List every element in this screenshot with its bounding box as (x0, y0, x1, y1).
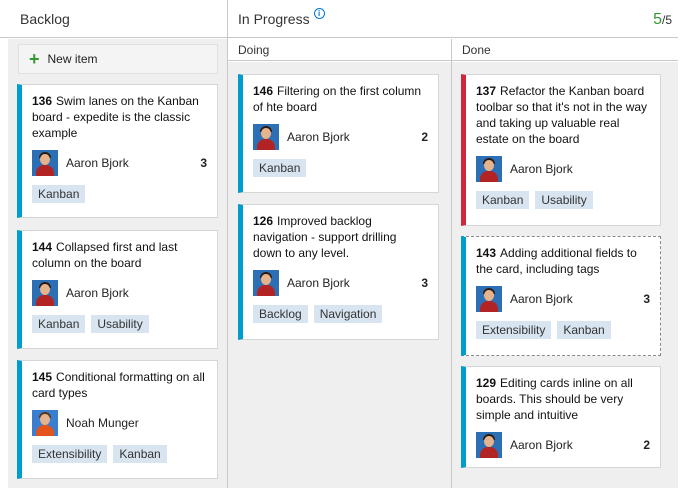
card-title-text: Editing cards inline on all boards. This… (476, 376, 633, 422)
tag: Navigation (313, 305, 383, 323)
tag: Kanban (557, 321, 611, 339)
card-assignee[interactable]: Aaron Bjork 3 (253, 269, 428, 297)
card-id: 126 (253, 214, 274, 228)
card-assignee[interactable]: Aaron Bjork 2 (253, 123, 428, 151)
card-effort: 2 (643, 438, 650, 452)
tag: Usability (535, 191, 593, 209)
wip-max: /5 (661, 13, 672, 27)
card-id: 129 (476, 376, 497, 390)
tag: Kanban (113, 445, 167, 463)
avatar (476, 432, 502, 458)
assignee-name: Aaron Bjork (287, 276, 350, 290)
card-title-text: Improved backlog navigation - support dr… (253, 214, 397, 260)
card-146[interactable]: 146 Filtering on the first column of hte … (238, 74, 439, 193)
tag: Usability (91, 315, 149, 333)
card-title: 136 Swim lanes on the Kanban board - expe… (32, 93, 207, 141)
subcolumn-header-doing: Doing (228, 39, 451, 61)
card-title: 126 Improved backlog navigation - support… (253, 213, 428, 261)
wip-limit: 5/5 (653, 11, 672, 29)
card-id: 144 (32, 240, 53, 254)
info-icon[interactable]: i (313, 8, 325, 19)
card-assignee[interactable]: Noah Munger (32, 409, 207, 437)
tag: Extensibility (32, 445, 108, 463)
avatar (32, 150, 58, 176)
subcolumn-title-done: Done (462, 43, 491, 57)
card-title-text: Swim lanes on the Kanban board - expedit… (32, 94, 199, 140)
avatar (32, 410, 58, 436)
avatar (476, 286, 502, 312)
tag: Backlog (253, 305, 308, 323)
card-tags: Kanban Usability (476, 191, 650, 209)
card-title: 137 Refactor the Kanban board toolbar so … (476, 83, 650, 147)
tag: Kanban (32, 315, 86, 333)
card-assignee[interactable]: Aaron Bjork (32, 279, 207, 307)
column-header-backlog[interactable]: Backlog (0, 0, 227, 38)
card-126[interactable]: 126 Improved backlog navigation - support… (238, 204, 439, 340)
card-title-text: Adding additional fields to the card, in… (476, 246, 637, 276)
tag: Kanban (32, 185, 86, 203)
card-id: 137 (476, 84, 497, 98)
card-tags: Backlog Navigation (253, 305, 428, 323)
plus-icon: + (29, 49, 40, 69)
card-tags: Extensibility Kanban (32, 445, 207, 463)
card-title-text: Refactor the Kanban board toolbar so tha… (476, 84, 648, 146)
wip-current: 5 (653, 11, 662, 28)
avatar (253, 270, 279, 296)
assignee-name: Noah Munger (66, 416, 139, 430)
new-item-label: New item (47, 52, 98, 66)
card-assignee[interactable]: Aaron Bjork (476, 155, 650, 183)
assignee-name: Aaron Bjork (510, 292, 573, 306)
assignee-name: Aaron Bjork (510, 162, 573, 176)
card-title-text: Collapsed first and last column on the b… (32, 240, 178, 270)
card-title: 145 Conditional formatting on all card ty… (32, 369, 207, 401)
card-144[interactable]: 144 Collapsed first and last column on th… (17, 230, 218, 349)
assignee-name: Aaron Bjork (287, 130, 350, 144)
card-tags: Extensibility Kanban (476, 321, 650, 339)
card-id: 136 (32, 94, 53, 108)
assignee-name: Aaron Bjork (66, 286, 129, 300)
card-129[interactable]: 129 Editing cards inline on all boards. T… (461, 366, 661, 468)
card-title-text: Conditional formatting on all card types (32, 370, 205, 400)
card-title-text: Filtering on the first column of hte boa… (253, 84, 422, 114)
avatar (253, 124, 279, 150)
card-title: 129 Editing cards inline on all boards. T… (476, 375, 650, 423)
card-title: 144 Collapsed first and last column on th… (32, 239, 207, 271)
card-145[interactable]: 145 Conditional formatting on all card ty… (17, 360, 218, 479)
tag: Kanban (476, 191, 530, 209)
column-header-in-progress[interactable]: In Progress i 5/5 (228, 0, 678, 38)
assignee-name: Aaron Bjork (510, 438, 573, 452)
assignee-name: Aaron Bjork (66, 156, 129, 170)
card-assignee[interactable]: Aaron Bjork 2 (476, 431, 650, 459)
card-tags: Kanban (253, 159, 428, 177)
subcolumn-title-doing: Doing (238, 43, 270, 57)
card-effort: 3 (643, 292, 650, 306)
card-143[interactable]: 143 Adding additional fields to the card,… (461, 236, 661, 356)
avatar (32, 280, 58, 306)
card-assignee[interactable]: Aaron Bjork 3 (476, 285, 650, 313)
new-item-button[interactable]: + New item (18, 44, 218, 74)
card-assignee[interactable]: Aaron Bjork 3 (32, 149, 207, 177)
kanban-board: Backlog In Progress i 5/5 Doing Done + N… (0, 0, 682, 488)
card-137[interactable]: 137 Refactor the Kanban board toolbar so … (461, 74, 661, 226)
card-136[interactable]: 136 Swim lanes on the Kanban board - expe… (17, 84, 218, 218)
card-id: 146 (253, 84, 274, 98)
tag: Kanban (253, 159, 307, 177)
card-id: 143 (476, 246, 497, 260)
card-id: 145 (32, 370, 53, 384)
card-effort: 2 (421, 130, 428, 144)
card-title: 146 Filtering on the first column of hte … (253, 83, 428, 115)
card-effort: 3 (421, 276, 428, 290)
subcolumn-header-done: Done (452, 39, 678, 61)
column-title-backlog: Backlog (20, 10, 70, 27)
card-title: 143 Adding additional fields to the card,… (476, 245, 650, 277)
column-title-in-progress: In Progress (238, 10, 310, 27)
card-tags: Kanban Usability (32, 315, 207, 333)
card-tags: Kanban (32, 185, 207, 203)
avatar (476, 156, 502, 182)
card-effort: 3 (200, 156, 207, 170)
tag: Extensibility (476, 321, 552, 339)
